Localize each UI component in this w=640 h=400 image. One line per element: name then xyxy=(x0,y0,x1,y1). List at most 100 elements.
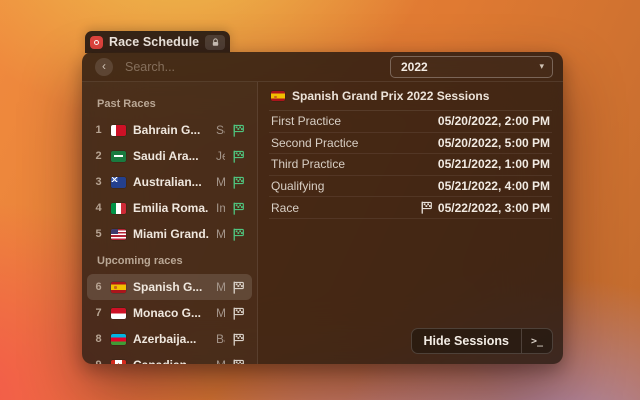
session-datetime: 05/20/2022, 5:00 PM xyxy=(438,136,550,150)
session-datetime: 05/21/2022, 4:00 PM xyxy=(438,179,550,193)
race-number: 6 xyxy=(93,281,104,293)
monaco-flag-icon xyxy=(111,308,126,319)
race-location: Jeddah, Sa... xyxy=(216,149,225,163)
usa-flag-icon xyxy=(111,229,126,240)
sessions-header: Spanish Grand Prix 2022 Sessions xyxy=(269,82,552,111)
checkered-flag-icon xyxy=(232,281,245,294)
sessions-title: Spanish Grand Prix 2022 Sessions xyxy=(292,89,489,103)
race-number: 3 xyxy=(93,176,104,188)
terminal-button[interactable]: >_ xyxy=(521,329,552,353)
year-dropdown-value: 2022 xyxy=(401,60,428,74)
race-list-sidebar: Past Races 1 Bahrain G... Sakhir, Bahr... 2 S… xyxy=(82,82,258,364)
session-datetime: 05/22/2022, 3:00 PM xyxy=(438,201,550,215)
search-input[interactable]: Search... xyxy=(125,60,390,74)
race-location: Imola, Italy xyxy=(216,201,225,215)
session-datetime-group: 05/21/2022, 4:00 PM xyxy=(438,179,550,193)
race-location: Sakhir, Bahr... xyxy=(216,123,225,137)
session-row[interactable]: Race 05/22/2022, 3:00 PM xyxy=(269,197,552,219)
race-name: Saudi Ara... xyxy=(133,149,209,163)
race-name: Canadian... xyxy=(133,358,209,364)
chevron-left-icon: ‹ xyxy=(102,60,106,72)
race-name: Spanish G... xyxy=(133,280,209,294)
chevron-down-icon: ▾ xyxy=(539,61,544,72)
race-number: 4 xyxy=(93,202,104,214)
race-list-item-usa[interactable]: 5 Miami Grand... Miami, USA xyxy=(87,221,252,247)
race-name: Australian... xyxy=(133,175,209,189)
green-flag-icon xyxy=(232,228,245,241)
azerbaijan-flag-icon xyxy=(111,334,126,345)
race-schedule-window: ‹ Search... 2022 ▾ Past Races 1 Bahrain G.… xyxy=(82,52,563,364)
saudi-arabia-flag-icon xyxy=(111,151,126,162)
race-list-item-bahrain[interactable]: 1 Bahrain G... Sakhir, Bahr... xyxy=(87,117,252,143)
green-flag-icon xyxy=(232,202,245,215)
app-record-icon xyxy=(90,36,103,49)
session-label: Qualifying xyxy=(271,179,324,193)
race-number: 7 xyxy=(93,307,104,319)
checkered-flag-icon xyxy=(232,307,245,320)
race-location: Miami, USA xyxy=(216,227,225,241)
session-row[interactable]: First Practice 05/20/2022, 2:00 PM xyxy=(269,111,552,133)
race-list-item-canada[interactable]: 9 Canadian... Montreal, C... xyxy=(87,352,252,364)
race-list-item-italy[interactable]: 4 Emilia Roma... Imola, Italy xyxy=(87,195,252,221)
race-list-item-spain[interactable]: 6 Spanish G... Montmeló,... xyxy=(87,274,252,300)
race-location: Montmeló,... xyxy=(216,280,225,294)
race-name: Azerbaija... xyxy=(133,332,209,346)
race-list-item-australia[interactable]: 3 Australian... Melbourne,... xyxy=(87,169,252,195)
section-label-upcoming: Upcoming races xyxy=(97,255,257,267)
session-datetime: 05/20/2022, 2:00 PM xyxy=(438,114,550,128)
race-location: Monte-Carl... xyxy=(216,306,225,320)
content: Past Races 1 Bahrain G... Sakhir, Bahr... 2 S… xyxy=(82,82,563,364)
checkered-flag-icon xyxy=(420,201,433,214)
sessions-panel: Spanish Grand Prix 2022 Sessions First P… xyxy=(258,82,563,364)
session-datetime-group: 05/22/2022, 3:00 PM xyxy=(420,201,550,215)
session-label: First Practice xyxy=(271,114,341,128)
race-number: 5 xyxy=(93,228,104,240)
session-label: Second Practice xyxy=(271,136,358,150)
footer-button-group: Hide Sessions >_ xyxy=(411,328,554,354)
back-button[interactable]: ‹ xyxy=(95,58,113,76)
lock-icon[interactable] xyxy=(205,35,225,50)
session-datetime-group: 05/20/2022, 2:00 PM xyxy=(438,114,550,128)
checkered-flag-icon xyxy=(232,359,245,365)
session-row[interactable]: Qualifying 05/21/2022, 4:00 PM xyxy=(269,176,552,198)
green-flag-icon xyxy=(232,150,245,163)
race-location: Baku, Azerb... xyxy=(216,332,225,346)
race-number: 8 xyxy=(93,333,104,345)
sessions-list: First Practice 05/20/2022, 2:00 PM Second … xyxy=(269,111,552,219)
race-list-item-saudi-arabia[interactable]: 2 Saudi Ara... Jeddah, Sa... xyxy=(87,143,252,169)
session-label: Third Practice xyxy=(271,157,345,171)
green-flag-icon xyxy=(232,124,245,137)
race-location: Montreal, C... xyxy=(216,358,225,364)
race-number: 2 xyxy=(93,150,104,162)
tab-title: Race Schedule xyxy=(109,35,199,49)
spain-flag-icon xyxy=(111,282,126,293)
australia-flag-icon xyxy=(111,177,126,188)
session-label: Race xyxy=(271,201,299,215)
session-datetime-group: 05/20/2022, 5:00 PM xyxy=(438,136,550,150)
race-name: Emilia Roma... xyxy=(133,201,209,215)
session-row[interactable]: Second Practice 05/20/2022, 5:00 PM xyxy=(269,133,552,155)
canada-flag-icon xyxy=(111,360,126,365)
race-number: 1 xyxy=(93,124,104,136)
race-number: 9 xyxy=(93,359,104,364)
terminal-prompt-icon: >_ xyxy=(531,336,543,347)
session-datetime: 05/21/2022, 1:00 PM xyxy=(438,157,550,171)
bahrain-flag-icon xyxy=(111,125,126,136)
race-list-item-monaco[interactable]: 7 Monaco G... Monte-Carl... xyxy=(87,300,252,326)
race-location: Melbourne,... xyxy=(216,175,225,189)
window-tab[interactable]: Race Schedule xyxy=(85,31,230,53)
checkered-flag-icon xyxy=(232,333,245,346)
toolbar: ‹ Search... 2022 ▾ xyxy=(82,52,563,82)
spain-flag-icon xyxy=(271,91,285,101)
race-name: Miami Grand... xyxy=(133,227,209,241)
year-dropdown[interactable]: 2022 ▾ xyxy=(390,56,553,78)
green-flag-icon xyxy=(232,176,245,189)
race-name: Bahrain G... xyxy=(133,123,209,137)
race-list-item-azerbaijan[interactable]: 8 Azerbaija... Baku, Azerb... xyxy=(87,326,252,352)
hide-sessions-button[interactable]: Hide Sessions xyxy=(412,329,521,353)
section-label-past: Past Races xyxy=(97,98,257,110)
italy-flag-icon xyxy=(111,203,126,214)
session-row[interactable]: Third Practice 05/21/2022, 1:00 PM xyxy=(269,154,552,176)
session-datetime-group: 05/21/2022, 1:00 PM xyxy=(438,157,550,171)
race-name: Monaco G... xyxy=(133,306,209,320)
